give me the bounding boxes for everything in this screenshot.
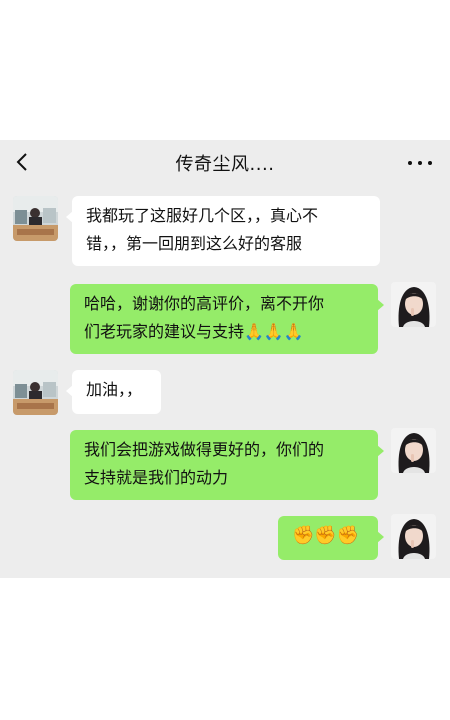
message-text: 我都玩了这服好几个区，，真心不 bbox=[86, 206, 319, 225]
message-text: ✊✊✊ bbox=[292, 525, 360, 546]
message-text: 们老玩家的建议与支持🙏🙏🙏 bbox=[84, 322, 304, 341]
contact-avatar[interactable] bbox=[13, 196, 58, 241]
message-bubble-incoming[interactable]: 我都玩了这服好几个区，，真心不 错，，第一回朋到这么好的客服 bbox=[66, 196, 380, 266]
chat-header: 传奇尘风.... bbox=[0, 140, 450, 186]
contact-avatar[interactable] bbox=[13, 370, 58, 415]
screenshot-frame: 传奇尘风.... 我都玩了这服好几个区，，真心不 错，，第一回朋到这么好的客服 bbox=[0, 0, 450, 720]
message-bubble-outgoing[interactable]: ✊✊✊ bbox=[278, 516, 384, 560]
chat-title: 传奇尘风.... bbox=[175, 154, 275, 175]
chat-window: 传奇尘风.... 我都玩了这服好几个区，，真心不 错，，第一回朋到这么好的客服 bbox=[0, 140, 450, 578]
message-bubble-outgoing[interactable]: 我们会把游戏做得更好的，你们的 支持就是我们的动力 bbox=[70, 430, 384, 500]
message-text: 错，，第一回朋到这么好的客服 bbox=[86, 234, 303, 253]
ellipsis-icon[interactable] bbox=[408, 153, 432, 173]
message-text: 哈哈，谢谢你的高评价，离不开你 bbox=[84, 294, 325, 313]
message-bubble-incoming[interactable]: 加油，， bbox=[66, 370, 161, 414]
my-avatar[interactable] bbox=[391, 514, 436, 559]
message-text: 我们会把游戏做得更好的，你们的 bbox=[84, 440, 325, 459]
my-avatar[interactable] bbox=[391, 282, 436, 327]
my-avatar[interactable] bbox=[391, 428, 436, 473]
chevron-left-icon[interactable] bbox=[14, 151, 30, 173]
message-text: 支持就是我们的动力 bbox=[84, 468, 229, 487]
message-text: 加油，， bbox=[86, 380, 143, 399]
message-bubble-outgoing[interactable]: 哈哈，谢谢你的高评价，离不开你 们老玩家的建议与支持🙏🙏🙏 bbox=[70, 284, 384, 354]
